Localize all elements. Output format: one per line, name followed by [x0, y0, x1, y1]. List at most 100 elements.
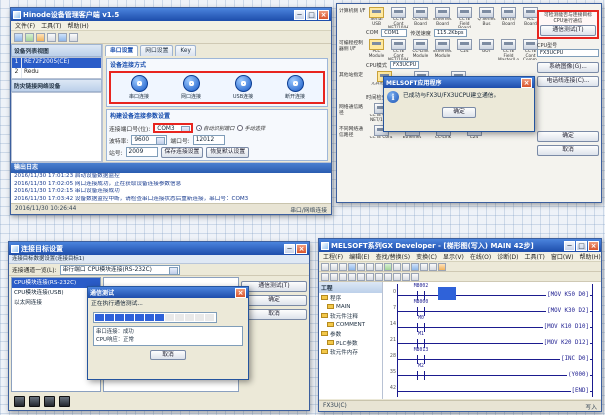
contact-close-icon[interactable] [330, 273, 338, 281]
menu-edit[interactable]: 编辑(E) [349, 252, 369, 261]
close-icon[interactable]: × [521, 78, 532, 88]
delete-line-icon[interactable] [375, 273, 383, 281]
plc-if-tile[interactable]: C24 [454, 39, 475, 60]
pc-if-tile[interactable]: NET(II) Board [498, 7, 519, 28]
coil-icon[interactable] [339, 273, 347, 281]
plc-if-tile[interactable]: CC IE Cont NET/10(H) Module [388, 39, 409, 60]
tree-item[interactable]: 参数 [319, 329, 382, 338]
refresh-icon[interactable] [25, 33, 34, 42]
close-icon[interactable]: × [235, 288, 246, 298]
menu-view[interactable]: 显示(V) [443, 252, 464, 261]
read-plc-icon[interactable] [429, 263, 437, 271]
pc-if-tile[interactable]: CC IE Cont NET/10(H) Board [388, 7, 409, 28]
ladder-rung[interactable]: 7 M8000 [MOV K30 D2] [398, 300, 592, 316]
plc-if-tile[interactable]: CC-Link Module [410, 39, 431, 60]
plc-if-tile[interactable]: GOT [476, 39, 497, 60]
cancel-button[interactable]: 取消 [241, 309, 307, 320]
cancel-button[interactable]: 取消 [150, 350, 186, 361]
serial-connect-button[interactable]: 串口连接 [115, 75, 163, 100]
vertical-line-icon[interactable] [357, 273, 365, 281]
save-settings-button[interactable]: 保存连接设置 [161, 147, 204, 158]
close-icon[interactable]: × [318, 10, 329, 20]
close-icon[interactable]: × [588, 241, 599, 251]
convert-icon[interactable] [438, 263, 446, 271]
settings-icon[interactable] [36, 33, 45, 42]
cancel-button[interactable]: 取消 [537, 145, 599, 156]
dialog-titlebar[interactable]: MELSOFT应用程序 × [384, 77, 534, 88]
phone-line-button[interactable]: 电话线连接(C)... [537, 76, 599, 87]
menu-help[interactable]: 帮助(H) [580, 252, 601, 261]
plc-if-tile[interactable]: Ethernet Module [432, 39, 453, 60]
usb-connect-button[interactable]: USB连接 [219, 75, 267, 100]
help-icon[interactable] [69, 33, 78, 42]
plc-if-plc-module[interactable]: PLC Module [366, 39, 387, 60]
tab-serial[interactable]: 串口设置 [105, 45, 138, 56]
device-icon[interactable] [44, 396, 55, 407]
minimize-icon[interactable]: ─ [294, 10, 305, 20]
paste-icon[interactable] [375, 263, 383, 271]
application-instruction-icon[interactable] [348, 273, 356, 281]
minimize-icon[interactable]: ─ [564, 241, 575, 251]
table-row[interactable]: 2 Redu [12, 68, 101, 78]
pc-if-tile[interactable]: Ethernet Board [432, 7, 453, 28]
tree-item[interactable]: 程序 [319, 293, 382, 302]
manual-port-radio[interactable]: 手动选择 [237, 125, 265, 132]
minimize-icon[interactable]: ─ [284, 244, 295, 254]
tree-item[interactable]: MAIN [319, 302, 382, 311]
menu-tools[interactable]: 工具(T) [41, 21, 61, 30]
titlebar[interactable]: 连接目标设置 ─ × [9, 242, 309, 255]
portnum-field[interactable]: 12012 [193, 135, 225, 145]
baud-select[interactable]: 9600 [131, 135, 167, 145]
menu-convert[interactable]: 变换(C) [416, 252, 437, 261]
communication-test-button[interactable]: 通信测试(T) [241, 281, 307, 292]
save-icon[interactable] [47, 33, 56, 42]
tree-item[interactable]: PLC参数 [319, 338, 382, 347]
ladder-rung[interactable]: 35 M2 (Y000) [398, 364, 592, 380]
close-icon[interactable]: × [296, 244, 307, 254]
ladder-rung[interactable]: 21 M1 [MOV K20 D12] [398, 332, 592, 348]
plc-if-tile[interactable]: CC IE Field Master/Local Module [498, 39, 519, 60]
pc-if-serial-usb[interactable]: Serial USB [366, 7, 387, 28]
monitor-icon[interactable] [411, 263, 419, 271]
connect-icon[interactable] [14, 33, 23, 42]
ladder-rung-end[interactable]: 42 [END] [398, 380, 592, 396]
write-plc-icon[interactable] [420, 263, 428, 271]
tab-key[interactable]: Key [175, 45, 196, 56]
copy-icon[interactable] [366, 263, 374, 271]
rising-pulse-icon[interactable] [384, 273, 392, 281]
table-row[interactable]: 1 RE72F2005(CE) [12, 58, 101, 68]
menu-project[interactable]: 工程(F) [323, 252, 343, 261]
device-icon[interactable] [59, 396, 70, 407]
open-icon[interactable] [330, 263, 338, 271]
end-icon[interactable] [411, 273, 419, 281]
speed-value[interactable]: 115.2Kbps [434, 29, 467, 37]
network-connect-button[interactable]: 网口连接 [167, 75, 215, 100]
falling-pulse-icon[interactable] [393, 273, 401, 281]
maximize-icon[interactable]: □ [576, 241, 587, 251]
disconnect-button[interactable]: 断开连接 [271, 75, 319, 100]
contact-open-icon[interactable] [321, 273, 329, 281]
tree-item[interactable]: COMMENT [319, 320, 382, 329]
com-value[interactable]: COM1 [381, 29, 407, 37]
menu-help[interactable]: 帮助(H) [68, 21, 89, 30]
menu-online[interactable]: 在线(O) [470, 252, 491, 261]
menu-find[interactable]: 查找/替换(S) [376, 252, 411, 261]
titlebar[interactable]: MELSOFT系列GX Developer - [梯形图(写入) MAIN 42… [319, 239, 601, 252]
save-icon[interactable] [339, 263, 347, 271]
zoom-icon[interactable] [402, 263, 410, 271]
pc-if-tile[interactable]: CC IE Field Board [454, 7, 475, 28]
ok-button[interactable]: 确定 [537, 131, 599, 142]
maximize-icon[interactable]: □ [306, 10, 317, 20]
horizontal-line-icon[interactable] [366, 273, 374, 281]
ok-button[interactable]: 确定 [241, 295, 307, 306]
channel-combo[interactable]: 串行端口 CPU模块连接(RS-232C) [60, 265, 180, 275]
network-device-list[interactable] [11, 92, 102, 162]
reset-settings-button[interactable]: 恢复默认设置 [206, 147, 249, 158]
new-icon[interactable] [321, 263, 329, 271]
device-icon[interactable] [29, 396, 40, 407]
cut-icon[interactable] [357, 263, 365, 271]
menu-diagnostics[interactable]: 诊断(D) [497, 252, 518, 261]
branch-icon[interactable] [402, 273, 410, 281]
ladder-canvas[interactable]: 0 M8002 [MOV K50 D0] 7 M8000 [MOV K30 D2… [383, 282, 601, 399]
menu-file[interactable]: 文件(F) [15, 21, 35, 30]
